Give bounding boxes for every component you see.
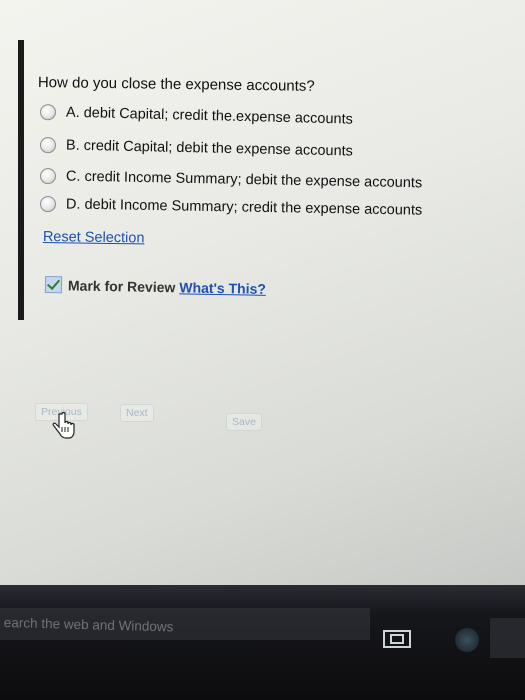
whats-this-link[interactable]: What's This? xyxy=(179,279,266,297)
option-b-label: B. credit Capital; debit the expense acc… xyxy=(65,137,354,160)
taskbar xyxy=(0,585,525,700)
save-button[interactable]: Save xyxy=(226,413,262,431)
option-b[interactable]: B. credit Capital; debit the expense acc… xyxy=(39,137,354,160)
radio-button-icon[interactable] xyxy=(39,104,57,121)
mark-for-review-label: Mark for Review xyxy=(67,276,176,295)
radio-button-icon[interactable] xyxy=(39,137,57,154)
option-d-label: D. debit Income Summary; credit the expe… xyxy=(65,196,423,219)
reset-selection-link[interactable]: Reset Selection xyxy=(43,229,145,246)
task-view-icon[interactable] xyxy=(382,628,412,650)
radio-button-icon[interactable] xyxy=(39,196,57,213)
tray-icon[interactable] xyxy=(455,628,479,652)
option-c-label: C. credit Income Summary; debit the expe… xyxy=(65,168,423,192)
quiz-page: How do you close the expense accounts? A… xyxy=(0,0,525,585)
next-button[interactable]: Next xyxy=(120,404,154,422)
left-border-bar xyxy=(18,40,24,320)
checkbox-check-icon[interactable] xyxy=(44,276,63,294)
option-a[interactable]: A. debit Capital; credit the.expense acc… xyxy=(39,104,354,128)
hand-cursor-icon xyxy=(52,412,75,439)
mark-for-review[interactable]: Mark for Review What's This? xyxy=(44,276,266,297)
option-d[interactable]: D. debit Income Summary; credit the expe… xyxy=(39,196,423,219)
option-c[interactable]: C. credit Income Summary; debit the expe… xyxy=(39,168,423,192)
question-text: How do you close the expense accounts? xyxy=(37,74,315,95)
option-a-label: A. debit Capital; credit the.expense acc… xyxy=(65,104,354,128)
tray-area xyxy=(490,618,525,658)
radio-button-icon[interactable] xyxy=(39,168,57,185)
